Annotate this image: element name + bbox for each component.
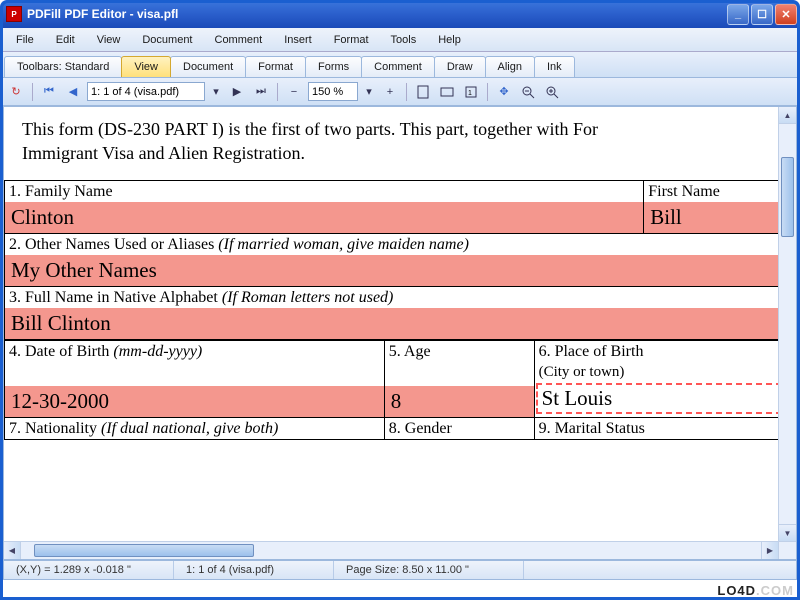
label-family-name: 1. Family Name [5, 181, 643, 202]
close-button[interactable]: ✕ [775, 4, 797, 25]
field-dob[interactable]: 12-30-2000 [5, 386, 384, 417]
field-native-name[interactable]: Bill Clinton [5, 308, 778, 339]
zoom-in-icon[interactable]: + [380, 82, 400, 102]
tab-view[interactable]: View [121, 56, 171, 77]
status-page: 1: 1 of 4 (visa.pdf) [174, 561, 334, 579]
refresh-icon[interactable]: ↻ [6, 82, 26, 102]
toolbar: ↻ ⏮ ◀ 1: 1 of 4 (visa.pdf) ▾ ▶ ⏭ − 150 %… [0, 78, 800, 106]
menubar: File Edit View Document Comment Insert F… [0, 28, 800, 52]
tab-document[interactable]: Document [170, 56, 246, 77]
zoom-out-tool-icon[interactable] [518, 82, 538, 102]
menu-help[interactable]: Help [428, 31, 471, 49]
menu-document[interactable]: Document [132, 31, 202, 49]
menu-edit[interactable]: Edit [46, 31, 85, 49]
field-family-name[interactable]: Clinton [5, 202, 643, 233]
tab-draw[interactable]: Draw [434, 56, 486, 77]
scroll-corner [778, 541, 796, 559]
next-page-icon[interactable]: ▶ [227, 82, 247, 102]
dropdown-icon[interactable]: ▾ [209, 82, 223, 102]
scroll-left-icon[interactable]: ◀ [4, 542, 21, 559]
label-native-name: 3. Full Name in Native Alphabet (If Roma… [5, 287, 778, 308]
scroll-thumb-h[interactable] [34, 544, 254, 557]
status-coords: (X,Y) = 1.289 x -0.018 " [4, 561, 174, 579]
document-viewport[interactable]: This form (DS-230 PART I) is the first o… [4, 107, 778, 541]
first-page-icon[interactable]: ⏮ [39, 82, 59, 102]
menu-tools[interactable]: Tools [381, 31, 427, 49]
tab-comment[interactable]: Comment [361, 56, 435, 77]
field-place-of-birth[interactable]: St Louis [536, 383, 778, 414]
label-pob: 6. Place of Birth [535, 341, 778, 362]
menu-insert[interactable]: Insert [274, 31, 322, 49]
fit-page-icon[interactable] [413, 82, 433, 102]
svg-text:1: 1 [468, 90, 472, 97]
form-intro: This form (DS-230 PART I) is the first o… [4, 107, 778, 180]
status-pagesize: Page Size: 8.50 x 11.00 " [334, 561, 524, 579]
horizontal-scrollbar[interactable]: ◀ ▶ [4, 541, 778, 559]
statusbar: (X,Y) = 1.289 x -0.018 " 1: 1 of 4 (visa… [3, 560, 797, 580]
label-gender: 8. Gender [385, 418, 534, 439]
scroll-up-icon[interactable]: ▲ [779, 107, 796, 124]
label-dob: 4. Date of Birth (mm-dd-yyyy) [5, 341, 384, 362]
pan-icon[interactable]: ✥ [494, 82, 514, 102]
menu-file[interactable]: File [6, 31, 44, 49]
menu-view[interactable]: View [87, 31, 131, 49]
vertical-scrollbar[interactable]: ▲ ▼ [778, 107, 796, 541]
tab-standard[interactable]: Toolbars: Standard [4, 56, 122, 77]
scroll-right-icon[interactable]: ▶ [761, 542, 778, 559]
field-aliases[interactable]: My Other Names [5, 255, 778, 286]
app-icon: P [6, 6, 22, 22]
actual-size-icon[interactable]: 1 [461, 82, 481, 102]
page-indicator[interactable]: 1: 1 of 4 (visa.pdf) [87, 82, 205, 101]
watermark: LO4D.COM [717, 580, 794, 600]
label-nationality: 7. Nationality (If dual national, give b… [5, 418, 384, 439]
tab-format[interactable]: Format [245, 56, 306, 77]
scroll-down-icon[interactable]: ▼ [779, 524, 796, 541]
field-first-name[interactable]: Bill [644, 202, 778, 233]
label-age: 5. Age [385, 341, 534, 362]
field-age[interactable]: 8 [385, 386, 534, 417]
titlebar: P PDFill PDF Editor - visa.pfl _ ☐ ✕ [0, 0, 800, 28]
workspace: This form (DS-230 PART I) is the first o… [3, 106, 797, 560]
maximize-button[interactable]: ☐ [751, 4, 773, 25]
zoom-out-icon[interactable]: − [284, 82, 304, 102]
tab-forms[interactable]: Forms [305, 56, 362, 77]
zoom-dropdown-icon[interactable]: ▾ [362, 82, 376, 102]
label-marital: 9. Marital Status [535, 418, 778, 439]
tab-ink[interactable]: Ink [534, 56, 575, 77]
zoom-in-tool-icon[interactable] [542, 82, 562, 102]
last-page-icon[interactable]: ⏭ [251, 82, 271, 102]
menu-comment[interactable]: Comment [205, 31, 273, 49]
toolbar-tabs: Toolbars: Standard View Document Format … [0, 52, 800, 78]
label-pob-sub: (City or town) [535, 362, 778, 382]
tab-align[interactable]: Align [485, 56, 535, 77]
label-aliases: 2. Other Names Used or Aliases (If marri… [5, 234, 778, 255]
window-title: PDFill PDF Editor - visa.pfl [27, 7, 727, 21]
fit-width-icon[interactable] [437, 82, 457, 102]
scroll-thumb[interactable] [781, 157, 794, 237]
zoom-level[interactable]: 150 % [308, 82, 358, 101]
minimize-button[interactable]: _ [727, 4, 749, 25]
menu-format[interactable]: Format [324, 31, 379, 49]
label-first-name: First Name [644, 181, 778, 202]
prev-page-icon[interactable]: ◀ [63, 82, 83, 102]
